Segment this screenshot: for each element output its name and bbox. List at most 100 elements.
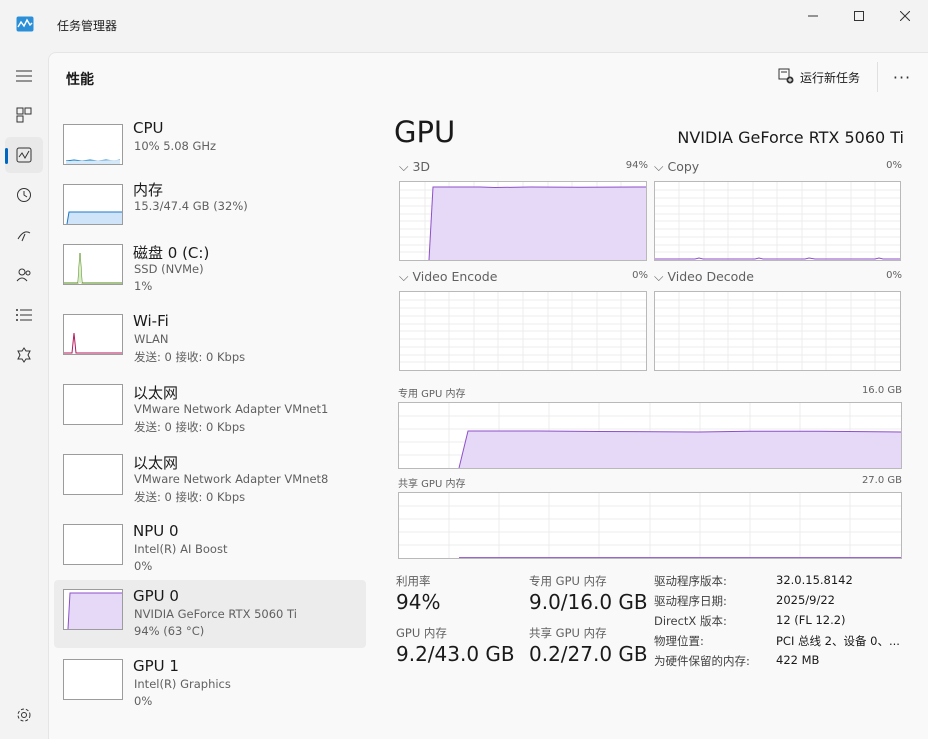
shared-mem-stat-value: 0.2/27.0 GB [529,642,648,666]
device-name: GPU 0 [133,587,179,605]
device-thumbnail-graph [63,659,123,700]
engine-label: Video Decode [667,269,754,284]
utilization-label: 利用率 [396,574,431,588]
device-thumbnail-graph [63,314,123,355]
shared-mem-max: 27.0 GB [861,475,902,486]
gpu-mem-stat-value: 9.2/43.0 GB [396,642,515,666]
title-bar: 任务管理器 [0,0,928,52]
engine-label: 3D [412,159,431,174]
device-detail-line: 0% [134,559,153,573]
engine-selector-3d[interactable]: ⌵ 3D [399,159,430,175]
engine-selector-video-decode[interactable]: ⌵ Video Decode [654,269,754,285]
device-detail-line: SSD (NVMe) [134,262,204,276]
processes-icon[interactable] [5,97,43,133]
engine-percent: 94% [625,160,648,171]
directx-version-value: 12 (FL 12.2) [776,613,846,627]
graph-3d [399,181,647,261]
device-detail-line: NVIDIA GeForce RTX 5060 Ti [134,607,297,621]
device-detail-line: 10% 5.08 GHz [134,139,217,153]
device-detail-line: 1% [134,279,153,293]
device-thumbnail-graph [63,184,123,225]
device-item-1[interactable]: 内存 15.3/47.4 GB (32%) [54,175,366,243]
device-item-0[interactable]: CPU 10% 5.08 GHz [54,115,366,183]
minimize-button[interactable] [790,2,836,30]
graph-copy [654,181,901,261]
engine-percent: 0% [886,270,902,281]
device-detail-line: 发送: 0 接收: 0 Kbps [134,350,246,364]
physical-location-label: 物理位置: [654,634,704,648]
engine-selector-copy[interactable]: ⌵ Copy [654,159,699,175]
chevron-down-icon: ⌵ [654,159,664,174]
run-new-task-label: 运行新任务 [800,71,861,85]
graph-shared-memory [398,492,902,559]
detail-title: GPU [394,115,456,149]
device-detail-line: 15.3/47.4 GB (32%) [134,199,248,213]
maximize-button[interactable] [836,2,882,30]
engine-percent: 0% [632,270,648,281]
dedicated-mem-stat-value: 9.0/16.0 GB [529,590,648,614]
hardware-reserved-mem-value: 422 MB [776,653,820,667]
details-icon[interactable] [5,297,43,333]
gpu-mem-stat-label: GPU 内存 [396,626,447,640]
device-detail-line: 发送: 0 接收: 0 Kbps [134,420,246,434]
gpu-model-name: NVIDIA GeForce RTX 5060 Ti [677,128,904,147]
startup-apps-icon[interactable] [5,217,43,253]
active-nav-indicator [5,148,8,164]
device-item-5[interactable]: 以太网 VMware Network Adapter VMnet8 发送: 0 接收… [54,445,366,513]
more-options-button[interactable]: ··· [889,66,915,88]
dedicated-mem-stat-label: 专用 GPU 内存 [529,574,607,588]
settings-icon[interactable] [5,697,43,733]
device-detail-line: WLAN [134,332,169,346]
device-item-8[interactable]: GPU 1 Intel(R) Graphics 0% [54,650,366,718]
toolbar-divider [877,62,878,92]
device-name: 以太网 [133,454,179,472]
driver-version-value: 32.0.15.8142 [776,573,853,587]
close-button[interactable] [882,2,928,30]
app-history-icon[interactable] [5,177,43,213]
new-task-icon [778,68,794,87]
device-item-6[interactable]: NPU 0 Intel(R) AI Boost 0% [54,515,366,583]
device-item-3[interactable]: Wi-Fi WLAN 发送: 0 接收: 0 Kbps [54,305,366,373]
chevron-down-icon: ⌵ [399,269,409,284]
device-item-4[interactable]: 以太网 VMware Network Adapter VMnet1 发送: 0 接收… [54,375,366,443]
device-name: Wi-Fi [133,312,169,330]
shared-mem-stat-label: 共享 GPU 内存 [529,626,607,640]
performance-icon[interactable] [5,137,43,173]
users-icon[interactable] [5,257,43,293]
device-name: 磁盘 0 (C:) [133,244,210,262]
graph-video-decode [654,291,901,371]
device-item-2[interactable]: 磁盘 0 (C:) SSD (NVMe) 1% [54,235,366,303]
directx-version-label: DirectX 版本: [654,614,727,628]
physical-location-value: PCI 总线 2、设备 0、... [776,634,900,648]
device-name: 内存 [133,181,164,199]
device-name: CPU [133,119,164,137]
device-thumbnail-graph [63,454,123,495]
device-detail-line: Intel(R) Graphics [134,677,231,691]
device-name: GPU 1 [133,657,179,675]
window-title: 任务管理器 [57,19,118,33]
device-detail-line: VMware Network Adapter VMnet1 [134,402,329,416]
shared-mem-label: 共享 GPU 内存 [398,479,466,490]
hamburger-menu-icon[interactable] [5,58,43,94]
device-name: NPU 0 [133,522,179,540]
device-detail-line: VMware Network Adapter VMnet8 [134,472,329,486]
chevron-down-icon: ⌵ [654,269,664,284]
engine-label: Copy [667,159,700,174]
utilization-value: 94% [396,590,441,614]
services-icon[interactable] [5,337,43,373]
driver-date-value: 2025/9/22 [776,593,835,607]
task-manager-icon [16,16,34,32]
hardware-reserved-mem-label: 为硬件保留的内存: [654,654,750,668]
device-thumbnail-graph [63,124,123,165]
device-detail-line: 0% [134,694,153,708]
driver-date-label: 驱动程序日期: [654,594,727,608]
graph-video-encode [399,291,647,371]
device-thumbnail-graph [63,384,123,425]
device-detail-line: 94% (63 °C) [134,624,205,638]
run-new-task-button[interactable]: 运行新任务 [778,68,860,87]
engine-percent: 0% [886,160,902,171]
engine-label: Video Encode [412,269,498,284]
driver-version-label: 驱动程序版本: [654,574,727,588]
engine-selector-video-encode[interactable]: ⌵ Video Encode [399,269,497,285]
device-item-7[interactable]: GPU 0 NVIDIA GeForce RTX 5060 Ti 94% (63 °… [54,580,366,648]
